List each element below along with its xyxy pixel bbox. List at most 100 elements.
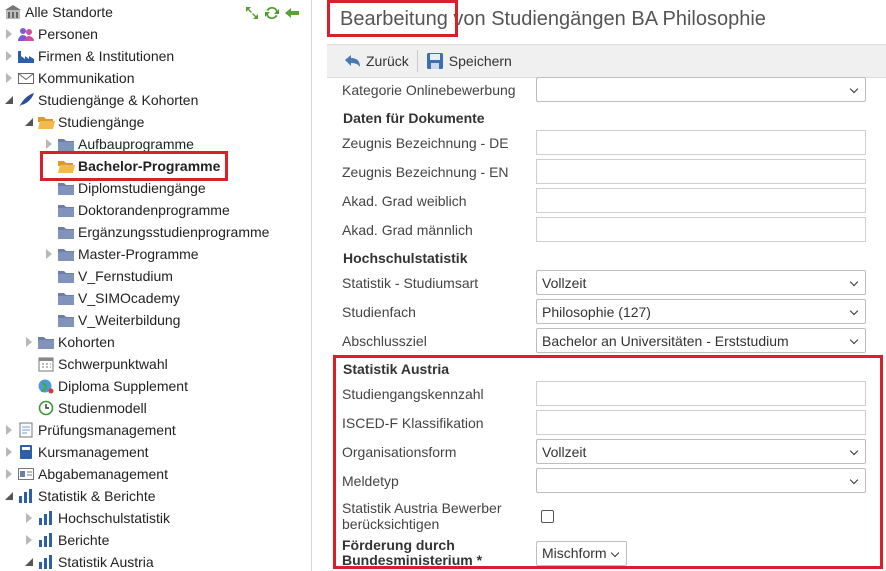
- form-row-isced: ISCED-F Klassifikation: [342, 410, 872, 435]
- zeugnis-de-input[interactable]: [536, 130, 866, 155]
- tree-collapsed-icon[interactable]: [44, 248, 54, 260]
- form-row-studiumsart: Statistik - Studiumsart Vollzeit: [342, 270, 872, 295]
- tree-node[interactable]: Kommunikation: [4, 67, 135, 89]
- expand-all-icon[interactable]: [244, 5, 260, 21]
- tree-collapsed-icon[interactable]: [24, 534, 34, 546]
- tree-node[interactable]: Statistik & Berichte: [4, 485, 156, 507]
- tree-collapsed-icon[interactable]: [24, 336, 34, 348]
- section-heading-hochschulstatistik: Hochschulstatistik: [343, 250, 468, 266]
- tree-node-label: V_Fernstudium: [78, 268, 173, 284]
- tree-node-label: V_SIMOcademy: [78, 290, 180, 306]
- form-row-zeugnis-de: Zeugnis Bezeichnung - DE: [342, 130, 872, 155]
- tree-node-label: Studiengänge: [58, 114, 145, 130]
- form-row-organisationsform: Organisationsform Vollzeit: [342, 439, 872, 464]
- tree-collapsed-icon[interactable]: [4, 72, 14, 84]
- tree-node[interactable]: Statistik Austria: [24, 551, 154, 571]
- tree-node[interactable]: Aufbauprogramme: [44, 133, 194, 155]
- isced-input[interactable]: [536, 410, 866, 435]
- tree-collapsed-icon[interactable]: [44, 138, 54, 150]
- tree-node[interactable]: Diploma Supplement: [24, 375, 188, 397]
- people-icon: [17, 26, 35, 42]
- grad-maennlich-input[interactable]: [536, 217, 866, 242]
- bewerber-checkbox[interactable]: [541, 509, 554, 523]
- tree-node[interactable]: V_Fernstudium: [44, 265, 173, 287]
- kategorie-select[interactable]: [536, 77, 866, 102]
- tree-node[interactable]: Schwerpunktwahl: [24, 353, 168, 375]
- tree-expanded-icon[interactable]: [4, 94, 14, 106]
- tree-collapsed-icon[interactable]: [24, 512, 34, 524]
- navigation-tree: Alle Standorte Personen Firmen & Instituti…: [0, 0, 312, 571]
- tree-node[interactable]: Firmen & Institutionen: [4, 45, 174, 67]
- tree-node[interactable]: Kursmanagement: [4, 441, 149, 463]
- bar-chart-icon: [37, 532, 55, 548]
- tree-collapsed-icon[interactable]: [4, 28, 14, 40]
- grad-weiblich-label: Akad. Grad weiblich: [342, 192, 467, 209]
- back-button[interactable]: Zurück: [342, 52, 409, 70]
- meldetyp-select[interactable]: [536, 468, 866, 493]
- tree-node[interactable]: Abgabemanagement: [4, 463, 168, 485]
- tree-node[interactable]: Studiengänge: [24, 111, 144, 133]
- folder-icon: [57, 290, 75, 306]
- tree-node-label: Personen: [38, 26, 98, 42]
- tree-collapsed-icon[interactable]: [4, 468, 14, 480]
- foerderung-label: Förderung durch Bundesministerium *: [342, 538, 536, 568]
- form-row-kennzahl: Studiengangskennzahl: [342, 381, 872, 406]
- edit-panel: Bearbeitung von Studiengängen BA Philoso…: [327, 0, 886, 571]
- organisationsform-select[interactable]: Vollzeit: [536, 439, 866, 464]
- folder-open-icon: [37, 114, 55, 130]
- tree-node-label: Berichte: [58, 532, 110, 548]
- abschlussziel-select[interactable]: Bachelor an Universitäten - Erststudium: [536, 328, 866, 353]
- foerderung-select[interactable]: Mischform: [536, 540, 627, 566]
- clock-icon: [37, 400, 55, 416]
- tree-node-label: Doktorandenprogramme: [78, 202, 230, 218]
- tree-node-label: Ergänzungsstudienprogramme: [78, 224, 270, 240]
- tree-node-label: Statistik & Berichte: [38, 488, 156, 504]
- tree-node[interactable]: Prüfungsmanagement: [4, 419, 176, 441]
- back-arrow-icon[interactable]: [284, 5, 300, 21]
- tree-collapsed-icon[interactable]: [4, 424, 14, 436]
- kennzahl-input[interactable]: [536, 381, 866, 406]
- refresh-icon[interactable]: [264, 5, 280, 21]
- tree-node[interactable]: Personen: [4, 23, 98, 45]
- toolbar-separator: [416, 50, 418, 72]
- folder-icon: [57, 202, 75, 218]
- tree-node[interactable]: Bachelor-Programme: [39, 151, 229, 181]
- tree-collapsed-icon[interactable]: [4, 50, 14, 62]
- tree-node[interactable]: Ergänzungsstudienprogramme: [44, 221, 269, 243]
- tree-expanded-icon[interactable]: [24, 556, 34, 568]
- tree-node[interactable]: Studienmodell: [24, 397, 147, 419]
- folder-icon: [57, 136, 75, 152]
- tree-node[interactable]: Alle Standorte: [4, 1, 113, 23]
- tree-node[interactable]: Berichte: [24, 529, 109, 551]
- tree-node[interactable]: Doktorandenprogramme: [44, 199, 230, 221]
- factory-icon: [17, 48, 35, 64]
- kategorie-label: Kategorie Onlinebewerbung: [342, 81, 516, 98]
- quill-icon: [17, 92, 35, 108]
- back-label: Zurück: [366, 53, 409, 69]
- tree-node[interactable]: Studiengänge & Kohorten: [4, 89, 198, 111]
- tree-node-label: Hochschulstatistik: [58, 510, 171, 526]
- bar-chart-icon: [37, 510, 55, 526]
- tree-node[interactable]: Kohorten: [24, 331, 115, 353]
- tree-expanded-icon[interactable]: [24, 116, 34, 128]
- bewerber-label-line2: berücksichtigen: [342, 516, 440, 532]
- tree-node[interactable]: V_SIMOcademy: [44, 287, 180, 309]
- foerderung-label-line2: Bundesministerium *: [342, 552, 483, 568]
- studiumsart-select[interactable]: Vollzeit: [536, 270, 866, 295]
- tree-node[interactable]: Hochschulstatistik: [24, 507, 170, 529]
- tree-node[interactable]: Diplomstudiengänge: [44, 177, 206, 199]
- tree-node[interactable]: Master-Programme: [44, 243, 199, 265]
- tree-node-label: Firmen & Institutionen: [38, 48, 175, 64]
- studiumsart-label: Statistik - Studiumsart: [342, 274, 479, 291]
- bewerber-label: Statistik Austria Bewerber berücksichtig…: [342, 500, 536, 532]
- tree-expanded-icon[interactable]: [4, 490, 14, 502]
- tree-collapsed-icon[interactable]: [4, 446, 14, 458]
- save-button[interactable]: Speichern: [425, 52, 512, 70]
- exam-icon: [17, 422, 35, 438]
- zeugnis-en-input[interactable]: [536, 159, 866, 184]
- folder-icon: [57, 224, 75, 240]
- tree-node[interactable]: V_Weiterbildung: [44, 309, 180, 331]
- form-row-studienfach: Studienfach Philosophie (127): [342, 299, 872, 324]
- studienfach-select[interactable]: Philosophie (127): [536, 299, 866, 324]
- grad-weiblich-input[interactable]: [536, 188, 866, 213]
